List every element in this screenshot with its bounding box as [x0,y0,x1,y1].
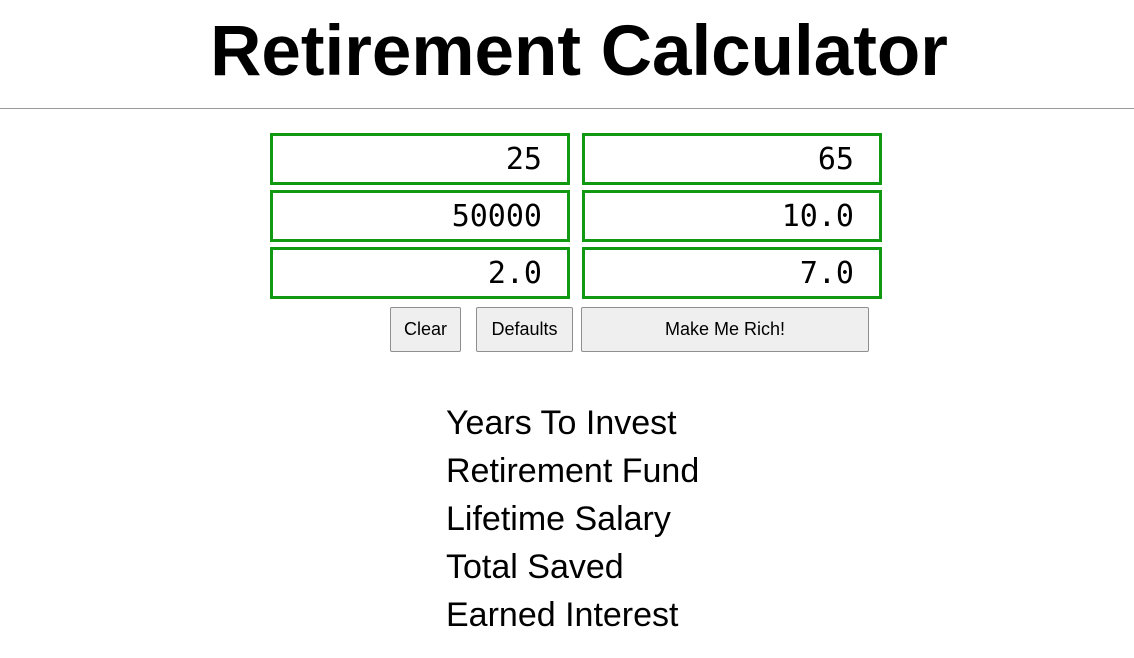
header-divider [0,108,1134,109]
make-me-rich-button[interactable]: Make Me Rich! [581,307,869,352]
current-age-input[interactable] [270,133,570,185]
salary-raise-input[interactable] [270,247,570,299]
interest-rate-input[interactable] [582,247,882,299]
results-list: Years To Invest Retirement Fund Lifetime… [446,399,699,639]
result-earned-interest: Earned Interest [446,596,679,634]
savings-rate-input[interactable] [582,190,882,242]
result-lifetime-salary: Lifetime Salary [446,500,671,538]
result-total-saved: Total Saved [446,548,624,586]
defaults-button[interactable]: Defaults [476,307,573,352]
result-retirement-fund: Retirement Fund [446,452,700,490]
clear-button[interactable]: Clear [390,307,461,352]
page-title: Retirement Calculator [210,12,948,91]
result-years-to-invest: Years To Invest [446,404,677,442]
retirement-age-input[interactable] [582,133,882,185]
salary-input[interactable] [270,190,570,242]
